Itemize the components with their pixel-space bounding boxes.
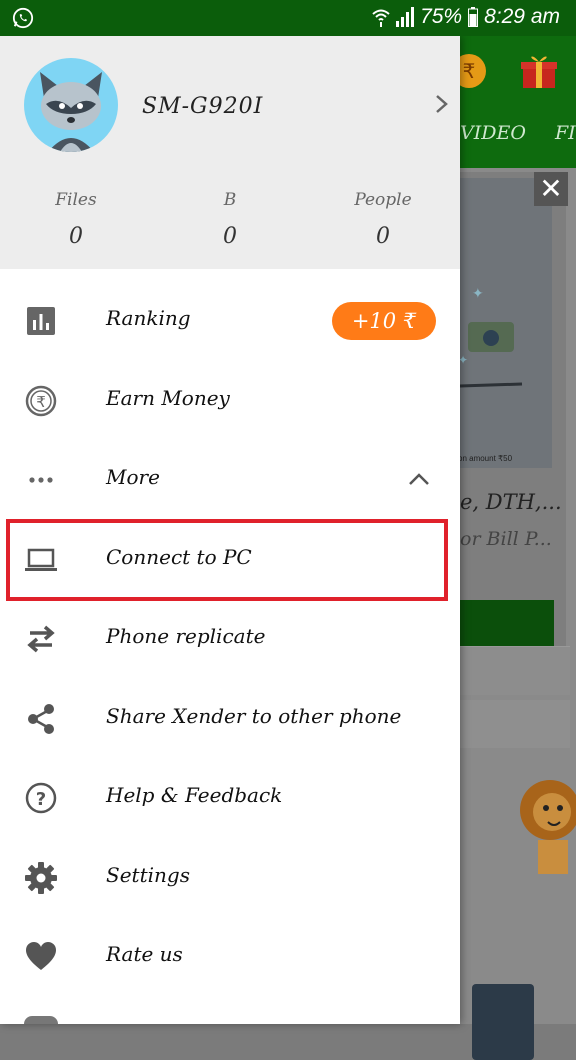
stat-people: People 0 <box>323 190 443 249</box>
heart-icon <box>26 942 56 970</box>
card-title: e, DTH,... <box>460 490 562 514</box>
svg-text:✦: ✦ <box>472 286 484 302</box>
whatsapp-icon <box>12 7 34 29</box>
clock: 8:29 am <box>484 5 560 28</box>
tab-video[interactable]: VIDEO <box>460 122 526 144</box>
status-bar: 75% 8:29 am <box>0 0 576 36</box>
stat-bytes: B 0 <box>170 190 290 249</box>
avatar[interactable] <box>24 58 118 152</box>
help-icon: ? <box>25 782 57 814</box>
stat-files: Files 0 <box>16 190 136 249</box>
stat-value: 0 <box>223 224 237 249</box>
battery-icon <box>468 7 479 27</box>
card-note: on amount ₹50 <box>458 454 513 463</box>
stat-label: People <box>354 190 412 210</box>
next-menu-icon-partial <box>24 1016 58 1024</box>
menu-item-more[interactable]: More <box>0 441 460 520</box>
stat-value: 0 <box>376 224 390 249</box>
menu-item-label: Settings <box>106 863 190 887</box>
swap-arrows-icon <box>27 625 55 653</box>
stat-label: Files <box>55 190 97 210</box>
gear-icon <box>25 862 57 894</box>
menu-item-label: Earn Money <box>106 386 230 410</box>
stat-label: B <box>223 190 237 210</box>
menu-item-share-xender[interactable]: Share Xender to other phone <box>0 680 460 759</box>
svg-text:?: ? <box>36 789 46 810</box>
share-icon <box>28 704 54 734</box>
close-icon[interactable]: ✕ <box>534 172 568 206</box>
wifi-icon <box>372 9 390 27</box>
menu-item-settings[interactable]: Settings <box>0 839 460 918</box>
navigation-drawer: SM-G920I Files 0 B 0 People 0 Ranking +1… <box>0 36 460 1024</box>
menu-item-label: Share Xender to other phone <box>106 704 402 728</box>
tab-partial[interactable]: FI <box>555 122 576 144</box>
menu-item-label: Ranking <box>106 306 191 330</box>
menu-item-label: Phone replicate <box>106 624 266 648</box>
background-card: ✦ ✦ on amount ₹50 e, DTH,... or Bill P..… <box>448 172 566 662</box>
svg-text:₹: ₹ <box>36 393 46 411</box>
highlight-box <box>6 519 448 601</box>
chevron-right-icon[interactable] <box>432 92 452 116</box>
background-row <box>460 646 570 695</box>
profile-header[interactable]: SM-G920I Files 0 B 0 People 0 <box>0 36 460 269</box>
menu-item-label: More <box>106 465 160 489</box>
background-row <box>460 700 570 748</box>
lion-mascot-icon[interactable] <box>514 770 576 880</box>
raccoon-icon <box>40 72 102 152</box>
gift-icon[interactable] <box>520 52 558 90</box>
ranking-reward-badge[interactable]: +10 ₹ <box>332 302 436 340</box>
menu-item-help-feedback[interactable]: ? Help & Feedback <box>0 759 460 838</box>
menu-item-label: Help & Feedback <box>106 783 283 807</box>
stat-value: 0 <box>69 224 83 249</box>
bar-chart-icon <box>27 307 55 335</box>
rupee-icon: ₹ <box>25 385 57 417</box>
menu-item-label: Rate us <box>106 942 183 966</box>
chevron-up-icon[interactable] <box>408 472 430 486</box>
battery-level: 75% <box>420 5 463 28</box>
signal-icon <box>396 7 415 27</box>
menu-item-phone-replicate[interactable]: Phone replicate <box>0 600 460 679</box>
device-name: SM-G920I <box>142 94 264 119</box>
card-image: ✦ ✦ <box>456 178 552 468</box>
more-horiz-icon <box>29 477 53 483</box>
money-illustration: ✦ ✦ <box>458 286 523 388</box>
menu-item-rate-us[interactable]: Rate us <box>0 918 460 997</box>
menu-item-earn-money[interactable]: ₹ Earn Money <box>0 362 460 441</box>
video-thumbnail[interactable] <box>472 984 534 1060</box>
card-subtitle: or Bill P... <box>460 528 552 550</box>
